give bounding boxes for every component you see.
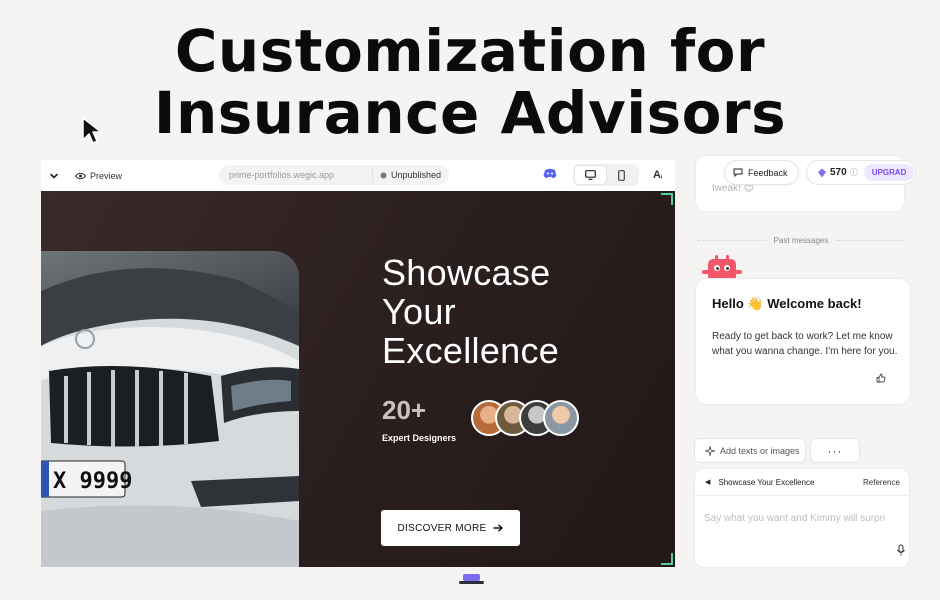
headline-line-2: Insurance Advisors bbox=[153, 79, 787, 147]
site-url: prime-portfolios.wegic.app bbox=[229, 170, 335, 180]
hero-title: Showcase Your Excellence bbox=[382, 253, 559, 370]
mouse-cursor-icon bbox=[82, 117, 102, 144]
chat-bubble-icon bbox=[733, 168, 743, 177]
hero-section[interactable]: X 9999 Showcase Your Excellence 20+ Expe… bbox=[41, 191, 675, 567]
past-messages-label: Past messages bbox=[773, 236, 829, 245]
monitor-icon bbox=[585, 170, 596, 180]
car-image: X 9999 bbox=[41, 251, 299, 567]
hero-title-line-2: Your bbox=[382, 291, 456, 332]
phone-icon bbox=[618, 169, 625, 181]
site-url-bar[interactable]: prime-portfolios.wegic.app Unpublished bbox=[219, 165, 449, 185]
preview-label: Preview bbox=[90, 170, 123, 181]
welcome-message-card: Hello 👋 Welcome back! Ready to get back … bbox=[695, 278, 911, 405]
site-editor: Preview prime-portfolios.wegic.app Unpub… bbox=[41, 160, 675, 567]
publish-status[interactable]: Unpublished bbox=[372, 168, 441, 182]
past-messages-divider: Past messages bbox=[698, 236, 905, 245]
font-style-icon[interactable]: Aᵢ bbox=[653, 169, 662, 181]
credits-badge[interactable]: 570 ⓘ UPGRAD bbox=[806, 160, 916, 185]
hero-title-line-3: Excellence bbox=[382, 330, 560, 371]
microphone-icon[interactable] bbox=[896, 544, 906, 556]
designer-avatars bbox=[471, 400, 579, 436]
add-texts-images-button[interactable]: Add texts or images bbox=[694, 438, 806, 463]
caret-left-icon[interactable]: ◀ bbox=[705, 478, 710, 486]
eye-icon bbox=[75, 172, 86, 179]
license-plate-text: X 9999 bbox=[53, 469, 132, 494]
selection-corner-bottom bbox=[661, 553, 673, 565]
gem-icon bbox=[818, 168, 826, 177]
stat-number: 20+ bbox=[382, 395, 427, 425]
prompt-context-bar: ◀ Showcase Your Excellence Reference bbox=[695, 469, 909, 496]
page-headline: Customization for Insurance Advisors bbox=[0, 20, 940, 144]
prompt-context-label: Showcase Your Excellence bbox=[718, 477, 815, 487]
thumbs-up-icon[interactable] bbox=[876, 373, 886, 383]
selection-corner-top bbox=[661, 193, 673, 205]
add-texts-images-label: Add texts or images bbox=[720, 445, 800, 456]
desktop-view-button[interactable] bbox=[575, 166, 606, 184]
avatar bbox=[543, 400, 579, 436]
sparkle-icon bbox=[705, 445, 715, 456]
publish-status-label: Unpublished bbox=[391, 170, 442, 180]
credits-count: 570 bbox=[830, 167, 847, 178]
discover-more-button[interactable]: DISCOVER MORE bbox=[381, 510, 520, 546]
device-toggle bbox=[573, 164, 639, 186]
prompt-input[interactable]: Say what you want and Kimmy will surpri bbox=[704, 513, 885, 524]
chevron-down-icon[interactable] bbox=[43, 165, 65, 187]
info-icon: ⓘ bbox=[849, 168, 858, 177]
globe-icon bbox=[380, 172, 387, 178]
arrow-right-icon bbox=[493, 524, 504, 532]
welcome-title: Hello 👋 Welcome back! bbox=[712, 296, 862, 311]
stat-label: Expert Designers bbox=[382, 433, 457, 443]
prompt-composer: ◀ Showcase Your Excellence Reference Say… bbox=[694, 468, 910, 568]
more-options-button[interactable]: ··· bbox=[810, 438, 860, 463]
canvas-handle-icon[interactable] bbox=[459, 573, 484, 585]
preview-button[interactable]: Preview bbox=[75, 171, 122, 181]
upgrade-button[interactable]: UPGRAD bbox=[863, 164, 915, 181]
discord-icon[interactable] bbox=[543, 168, 557, 179]
welcome-body: Ready to get back to work? Let me know w… bbox=[712, 331, 898, 357]
feedback-label: Feedback bbox=[748, 167, 788, 178]
feedback-button[interactable]: Feedback bbox=[724, 160, 799, 185]
reference-button[interactable]: Reference bbox=[863, 478, 900, 487]
editor-toolbar: Preview prime-portfolios.wegic.app Unpub… bbox=[41, 160, 675, 191]
hero-title-line-1: Showcase bbox=[382, 252, 551, 293]
headline-line-1: Customization for bbox=[174, 17, 766, 85]
mobile-view-button[interactable] bbox=[606, 166, 637, 184]
discover-more-label: DISCOVER MORE bbox=[397, 522, 487, 534]
